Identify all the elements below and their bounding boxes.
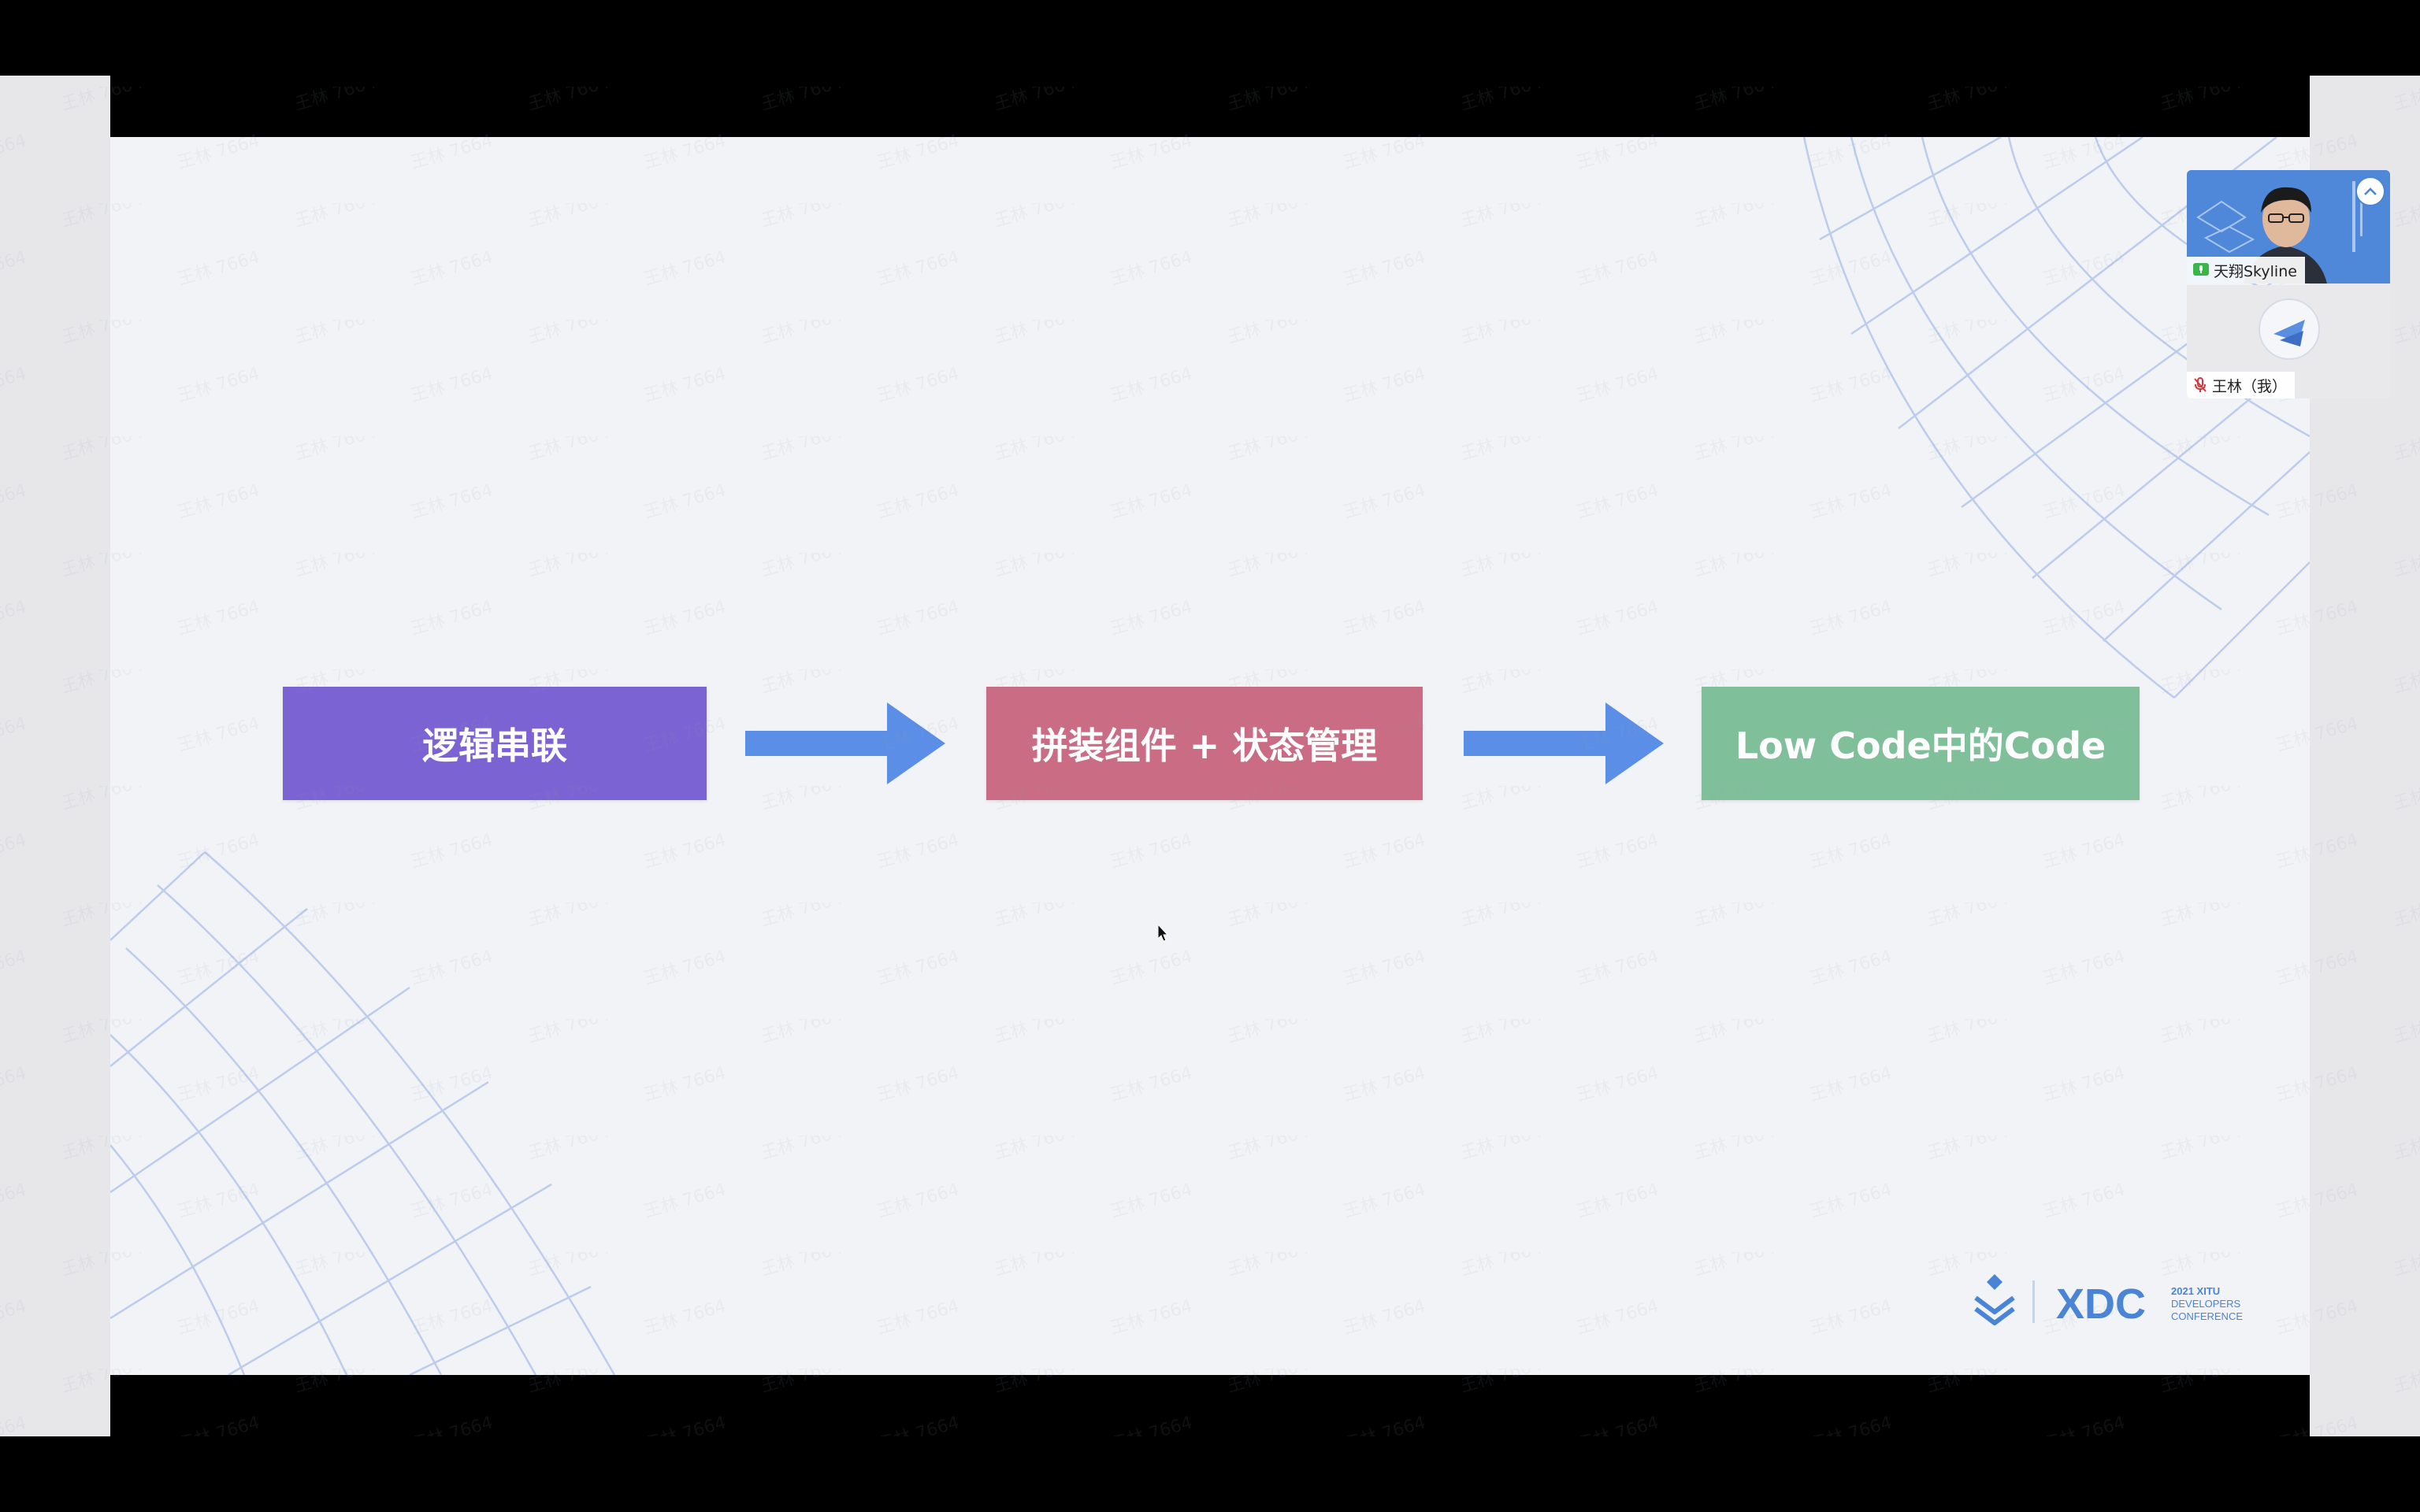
flow-arrow-1 xyxy=(745,702,945,784)
flow-arrow-2 xyxy=(1464,702,1664,784)
xdc-line-2: DEVELOPERS xyxy=(2171,1298,2240,1310)
flow-step-label: 逻辑串联 xyxy=(422,724,567,767)
flow-step-logic-chain: 逻辑串联 xyxy=(283,687,707,800)
speaker-name-tag: 天翔Skyline xyxy=(2187,257,2305,284)
xdc-logo-text: XDC xyxy=(2056,1280,2146,1328)
participant-tile-self[interactable]: 王林（我） xyxy=(2187,285,2390,398)
self-name: 王林（我） xyxy=(2212,377,2288,395)
chevron-up-icon xyxy=(2364,187,2377,195)
letterbox-top xyxy=(110,76,2310,137)
meeting-screen: 逻辑串联 拼装组件 + 状态管理 Low Code中的Code XDC 2021… xyxy=(0,0,2420,1512)
left-margin xyxy=(0,76,110,1436)
collapse-panel-button[interactable] xyxy=(2355,176,2385,206)
xdc-year-line: 2021 XITU xyxy=(2171,1285,2220,1297)
mouse-cursor-icon xyxy=(1158,925,1169,942)
flow-step-low-code: Low Code中的Code xyxy=(1702,687,2140,800)
flow-step-label: 拼装组件 + 状态管理 xyxy=(1031,724,1378,767)
shared-slide: 逻辑串联 拼装组件 + 状态管理 Low Code中的Code XDC 2021… xyxy=(110,137,2310,1375)
xdc-conference-logo: XDC 2021 XITU DEVELOPERS CONFERENCE xyxy=(1974,1274,2243,1328)
flow-step-label: Low Code中的Code xyxy=(1735,724,2106,767)
letterbox-bottom xyxy=(110,1375,2310,1436)
flow-step-assembly-state: 拼装组件 + 状态管理 xyxy=(986,687,1423,800)
speaker-name: 天翔Skyline xyxy=(2214,262,2297,280)
self-name-tag: 王林（我） xyxy=(2187,372,2296,398)
xdc-line-3: CONFERENCE xyxy=(2171,1310,2243,1322)
speaking-icon xyxy=(2193,263,2209,276)
mic-muted-icon xyxy=(2194,377,2207,392)
participant-panel: 天翔Skyline 王林（我） xyxy=(2187,170,2390,398)
participant-tile-speaker[interactable]: 天翔Skyline xyxy=(2187,170,2390,284)
